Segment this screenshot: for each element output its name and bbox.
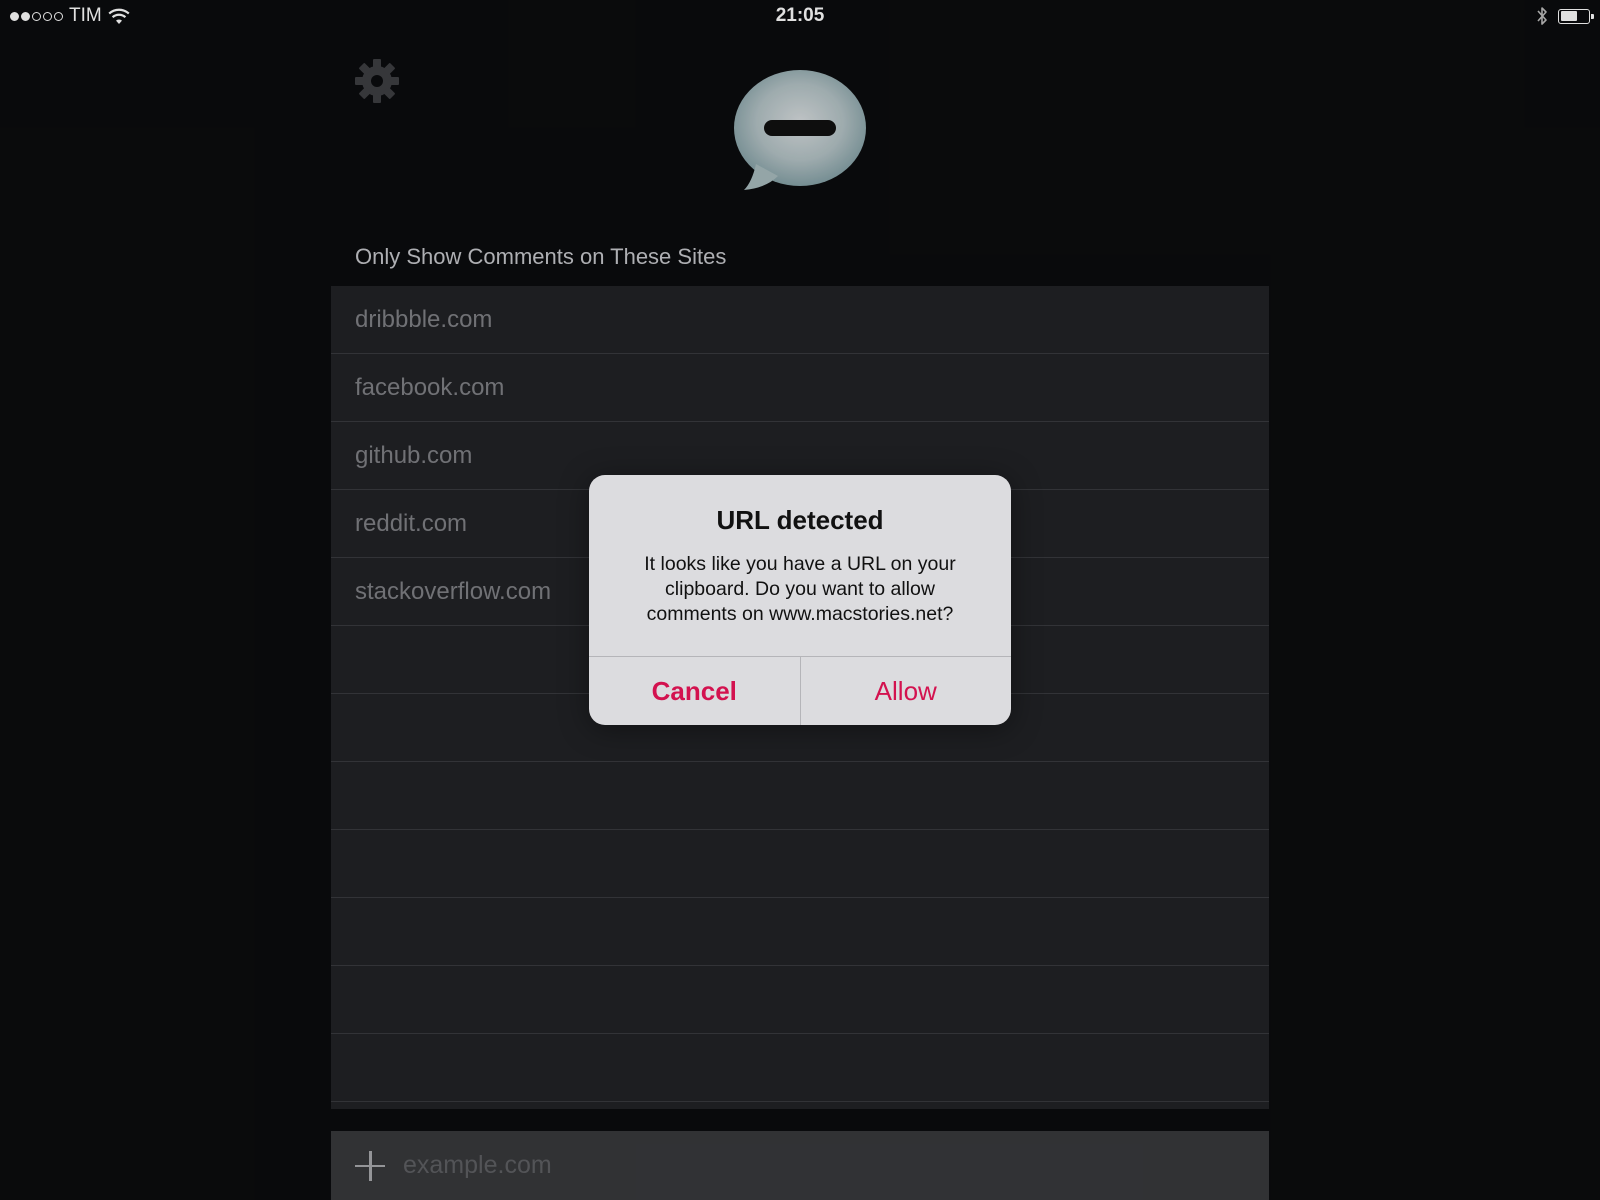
url-detected-alert: URL detected It looks like you have a UR… xyxy=(589,475,1011,725)
allow-button[interactable]: Allow xyxy=(801,657,1012,725)
cancel-button[interactable]: Cancel xyxy=(589,657,800,725)
alert-title: URL detected xyxy=(716,505,884,535)
alert-message: It looks like you have a URL on your cli… xyxy=(644,553,956,625)
alert-buttons: Cancel Allow xyxy=(589,656,1011,725)
app-screen: TIM 21:05 Only Show Comments on These Si… xyxy=(0,0,1600,1200)
